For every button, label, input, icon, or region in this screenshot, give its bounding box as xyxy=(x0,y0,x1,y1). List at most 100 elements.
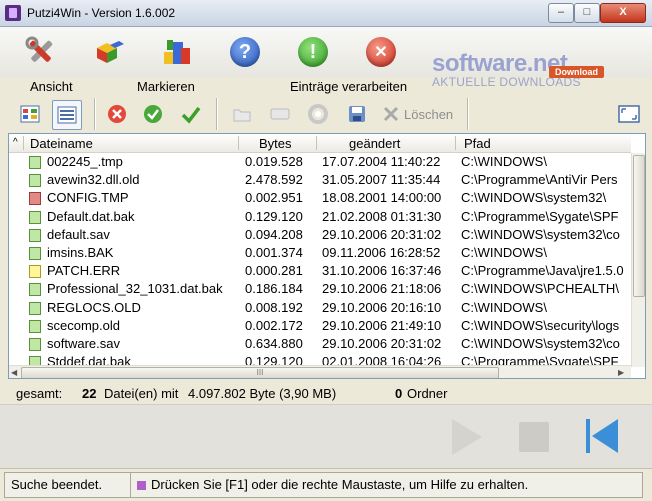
cell-name: CONFIG.TMP xyxy=(47,190,129,206)
file-icon xyxy=(29,192,41,206)
close-window-button[interactable]: X xyxy=(600,3,646,23)
table-row[interactable]: Default.dat.bak 0.129.120 21.02.2008 01:31… xyxy=(9,208,631,226)
title-bar: Putzi4Win - Version 1.6.002 – □ X xyxy=(0,0,652,27)
table-row[interactable]: PATCH.ERR 0.000.281 31.10.2006 16:37:46 C:\… xyxy=(9,262,631,280)
col-header-path[interactable]: Pfad xyxy=(464,136,491,151)
cell-name: software.sav xyxy=(47,335,120,351)
summary-folders-label: Ordner xyxy=(407,386,448,401)
control-area xyxy=(0,404,652,469)
scroll-left-icon[interactable]: ◀ xyxy=(11,368,17,377)
cell-date: 09.11.2006 16:28:52 xyxy=(322,244,441,260)
table-row[interactable]: Professional_32_1031.dat.bak 0.186.184 29.… xyxy=(9,280,631,298)
cell-date: 21.02.2008 01:31:30 xyxy=(322,208,442,224)
group-label-ansicht: Ansicht xyxy=(30,79,73,94)
summary-label: gesamt: xyxy=(16,386,63,401)
col-header-name[interactable]: Dateiname xyxy=(30,136,93,151)
cell-date: 18.08.2001 14:00:00 xyxy=(322,190,442,206)
action-toolbar: Löschen xyxy=(0,96,652,132)
maximize-button[interactable]: □ xyxy=(574,3,600,23)
table-row[interactable]: software.sav 0.634.880 29.10.2006 20:31:02… xyxy=(9,335,631,353)
table-row[interactable]: REGLOCS.OLD 0.008.192 29.10.2006 20:16:10 C… xyxy=(9,299,631,317)
cell-name: Default.dat.bak xyxy=(47,208,135,224)
file-icon xyxy=(29,301,41,315)
cubes-icon[interactable] xyxy=(92,36,126,68)
cell-date: 29.10.2006 21:18:06 xyxy=(322,281,442,297)
cell-path: C:\Programme\Java\jre1.5.0 xyxy=(461,263,624,279)
cell-name: imsins.BAK xyxy=(47,244,114,260)
unmark-icon[interactable] xyxy=(103,100,131,128)
details-view-icon[interactable] xyxy=(52,100,82,130)
hint-icon xyxy=(137,481,146,490)
cell-path: C:\WINDOWS\system32\ xyxy=(461,190,607,206)
cell-name: REGLOCS.OLD xyxy=(47,299,141,315)
icon-view-icon[interactable] xyxy=(16,100,44,128)
cell-path: C:\WINDOWS\ xyxy=(461,299,547,315)
stop-icon[interactable] xyxy=(519,422,549,452)
check-icon[interactable] xyxy=(177,100,205,128)
cell-bytes: 0.094.208 xyxy=(245,226,303,242)
watermark-sub: AKTUELLE DOWNLOADS xyxy=(432,75,581,89)
cell-date: 17.07.2004 11:40:22 xyxy=(322,154,441,169)
delete-button[interactable]: Löschen xyxy=(382,100,466,128)
settings-blocks-icon[interactable] xyxy=(160,36,194,68)
horizontal-scroll-thumb[interactable]: III xyxy=(21,367,499,378)
table-row[interactable]: CONFIG.TMP 0.002.951 18.08.2001 14:00:00 C:… xyxy=(9,189,631,207)
cell-path: C:\WINDOWS\system32\co xyxy=(461,226,620,242)
info-icon[interactable]: ! xyxy=(296,36,330,68)
fullscreen-icon[interactable] xyxy=(615,100,643,128)
vertical-scrollbar[interactable] xyxy=(631,153,645,367)
cell-name: 002245_.tmp xyxy=(47,154,123,169)
cell-date: 29.10.2006 20:31:02 xyxy=(322,226,442,242)
cell-bytes: 0.129.120 xyxy=(245,208,303,224)
folder-icon[interactable] xyxy=(228,100,256,128)
cell-date: 29.10.2006 20:31:02 xyxy=(322,335,442,351)
mark-all-icon[interactable] xyxy=(139,100,167,128)
col-header-bytes[interactable]: Bytes xyxy=(259,136,292,151)
tools-icon[interactable] xyxy=(24,36,58,68)
app-icon xyxy=(5,5,21,21)
horizontal-scrollbar[interactable]: ◀ III ▶ xyxy=(9,365,631,378)
status-hint-text: Drücken Sie [F1] oder die rechte Maustas… xyxy=(151,477,529,492)
play-icon[interactable] xyxy=(452,419,482,455)
summary-bytes: 4.097.802 Byte (3,90 MB) xyxy=(188,386,337,401)
cell-bytes: 0.000.281 xyxy=(245,263,303,279)
cell-bytes: 0.001.374 xyxy=(245,244,303,260)
file-icon xyxy=(29,228,41,242)
scroll-right-icon[interactable]: ▶ xyxy=(618,368,624,377)
col-header-date[interactable]: geändert xyxy=(349,136,400,151)
window-title: Putzi4Win - Version 1.6.002 xyxy=(27,6,176,20)
cell-name: PATCH.ERR xyxy=(47,263,121,279)
cell-path: C:\Programme\Sygate\SPF xyxy=(461,208,619,224)
summary-count-suffix: Datei(en) mit xyxy=(104,386,179,401)
table-row[interactable]: imsins.BAK 0.001.374 09.11.2006 16:28:52 C:… xyxy=(9,244,631,262)
minimize-button[interactable]: – xyxy=(548,3,574,23)
table-row[interactable]: scecomp.old 0.002.172 29.10.2006 21:49:10 C… xyxy=(9,317,631,335)
lifebuoy-icon[interactable] xyxy=(304,100,332,128)
rename-icon[interactable] xyxy=(266,100,294,128)
toolbar-separator xyxy=(216,98,218,130)
skip-back-icon[interactable] xyxy=(584,417,620,455)
help-icon[interactable]: ? xyxy=(228,36,262,68)
file-icon xyxy=(29,319,41,333)
status-bar: Suche beendet. Drücken Sie [F1] oder die… xyxy=(0,468,652,501)
list-header: ^ Dateiname Bytes geändert Pfad xyxy=(9,134,631,153)
watermark-main: software.net xyxy=(432,50,568,77)
save-icon[interactable] xyxy=(343,100,371,128)
file-icon xyxy=(29,210,41,224)
table-row[interactable]: default.sav 0.094.208 29.10.2006 20:31:02 C… xyxy=(9,226,631,244)
cell-bytes: 0.002.172 xyxy=(245,317,303,333)
table-row[interactable]: 002245_.tmp 0.019.528 17.07.2004 11:40:22 C… xyxy=(9,153,631,171)
sort-indicator[interactable]: ^ xyxy=(13,137,18,148)
vertical-scroll-thumb[interactable] xyxy=(633,155,645,297)
cell-date: 29.10.2006 20:16:10 xyxy=(322,299,442,315)
toolbar-separator xyxy=(94,98,96,130)
cell-path: C:\Programme\AntiVir Pers xyxy=(461,172,618,188)
summary-folders: 0 xyxy=(395,386,403,401)
file-icon xyxy=(29,156,41,169)
main-toolbar: ? ! ✕ software.net AKTUELLE DOWNLOADS Do… xyxy=(0,27,652,89)
exit-icon[interactable]: ✕ xyxy=(364,36,398,68)
cell-path: C:\WINDOWS\PCHEALTH\ xyxy=(461,281,619,297)
file-list[interactable]: ^ Dateiname Bytes geändert Pfad 002245_.… xyxy=(8,133,646,379)
table-row[interactable]: avewin32.dll.old 2.478.592 31.05.2007 11:3… xyxy=(9,171,631,189)
cell-bytes: 0.008.192 xyxy=(245,299,303,315)
